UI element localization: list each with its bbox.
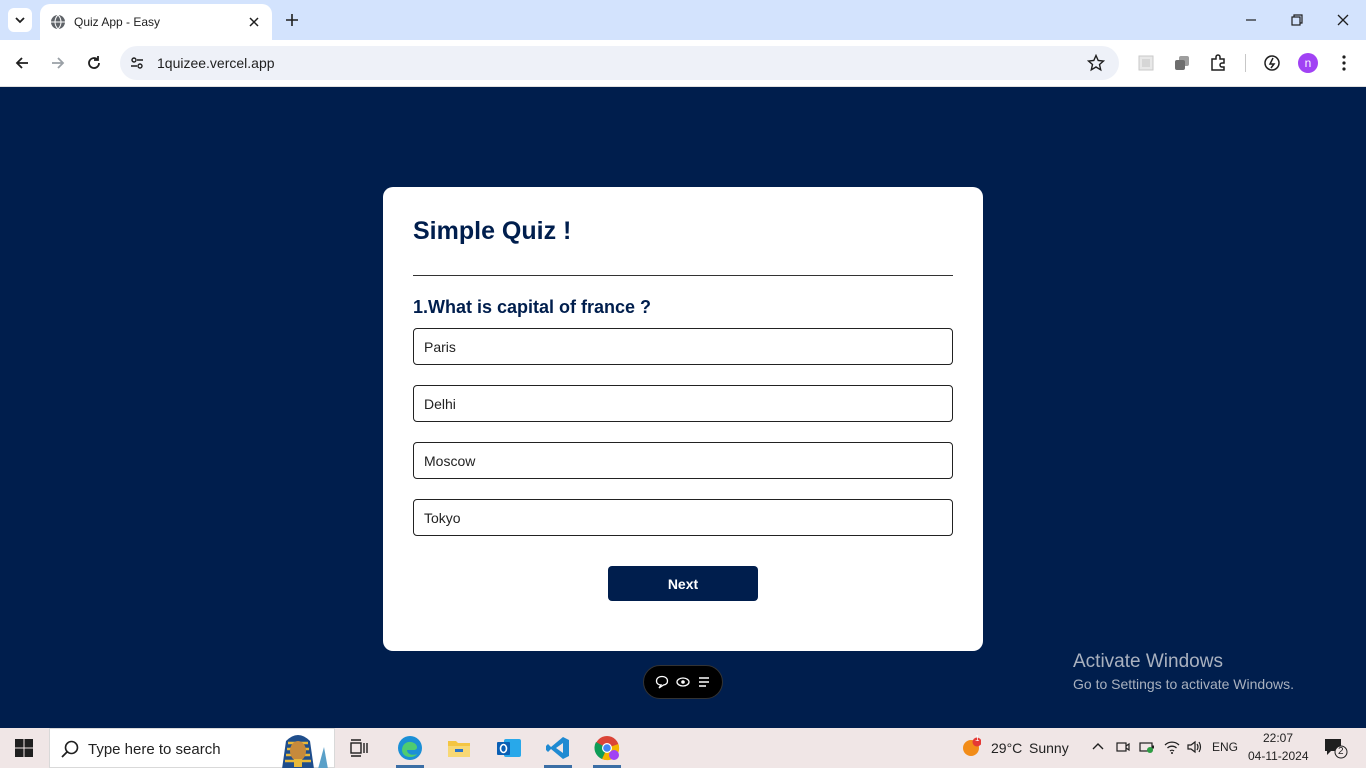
search-icon	[61, 740, 79, 758]
menu-button[interactable]	[1332, 51, 1356, 75]
watermark-line-2: Go to Settings to activate Windows.	[1073, 676, 1294, 692]
clock-date[interactable]: 04-11-2024	[1248, 749, 1309, 763]
meet-now-icon[interactable]	[1114, 738, 1132, 756]
extension-grid-icon	[1138, 55, 1154, 71]
toolbar-separator	[1245, 54, 1246, 72]
tab-close-icon[interactable]	[246, 14, 262, 30]
answer-button-4[interactable]: Tokyo	[413, 499, 953, 536]
folder-icon	[448, 741, 470, 757]
search-placeholder: Type here to search	[88, 741, 221, 758]
puzzle-icon	[1211, 54, 1225, 71]
site-settings-icon[interactable]	[128, 54, 146, 72]
extensions-button[interactable]	[1206, 51, 1230, 75]
answer-button-3[interactable]: Moscow	[413, 442, 953, 479]
task-view-icon	[350, 739, 368, 757]
chevron-down-icon	[15, 17, 25, 24]
restore-icon	[1291, 14, 1303, 26]
plus-icon	[286, 14, 298, 26]
input-language[interactable]: ENG	[1212, 740, 1238, 754]
extension-1-button[interactable]	[1134, 51, 1158, 75]
edge-icon	[398, 736, 422, 760]
wifi-icon[interactable]	[1163, 738, 1181, 756]
taskbar-chrome[interactable]	[583, 728, 631, 768]
question-text: 1.What is capital of france ?	[413, 297, 652, 317]
taskbar-vscode[interactable]	[534, 728, 582, 768]
taskbar-outlook[interactable]	[485, 728, 533, 768]
reload-icon	[88, 56, 100, 69]
browser-tabstrip: Quiz App - Easy	[0, 0, 1366, 40]
weather-temp[interactable]: 29°C	[991, 740, 1022, 756]
forward-button[interactable]	[46, 51, 70, 75]
restore-button[interactable]	[1285, 8, 1309, 32]
notification-icon	[1325, 739, 1348, 759]
quiz-title: Simple Quiz !	[413, 217, 572, 245]
performance-button[interactable]	[1260, 51, 1284, 75]
new-tab-button[interactable]	[282, 10, 302, 30]
floating-toolbar	[643, 665, 723, 699]
back-button[interactable]	[10, 51, 34, 75]
pharaoh-illustration-icon	[282, 735, 328, 768]
globe-icon	[51, 14, 65, 30]
browser-toolbar: 1quizee.vercel.app	[0, 40, 1366, 87]
minimize-icon	[1246, 19, 1256, 21]
weather-badge: 1	[975, 734, 980, 743]
chat-bubble-icon[interactable]	[654, 674, 670, 690]
title-divider	[413, 275, 953, 276]
answer-button-2[interactable]: Delhi	[413, 385, 953, 422]
weather-desc[interactable]: Sunny	[1029, 740, 1069, 756]
reload-button[interactable]	[82, 51, 106, 75]
windows-logo-icon	[15, 739, 33, 757]
tab-title: Quiz App - Easy	[74, 15, 161, 29]
task-view-button[interactable]	[336, 728, 384, 768]
speedometer-icon	[1264, 55, 1280, 71]
next-button[interactable]: Next	[608, 566, 758, 601]
chevron-up-icon	[1092, 743, 1104, 750]
quiz-card: Simple Quiz ! 1.What is capital of franc…	[383, 187, 983, 651]
bookmark-star-icon[interactable]	[1087, 54, 1105, 72]
list-menu-icon[interactable]	[696, 674, 712, 690]
kebab-menu-icon	[1342, 55, 1346, 71]
arrow-left-icon	[15, 57, 28, 69]
taskbar-file-explorer[interactable]	[435, 728, 483, 768]
address-bar[interactable]: 1quizee.vercel.app	[120, 46, 1119, 80]
taskbar-edge[interactable]	[386, 728, 434, 768]
taskbar-search[interactable]: Type here to search	[49, 728, 335, 768]
profile-avatar[interactable]: n	[1298, 53, 1318, 73]
arrow-right-icon	[52, 57, 65, 69]
answer-button-1[interactable]: Paris	[413, 328, 953, 365]
vscode-icon	[546, 737, 569, 759]
show-hidden-icons-button[interactable]	[1089, 738, 1107, 756]
close-icon	[1337, 14, 1349, 26]
eye-icon[interactable]	[675, 674, 691, 690]
outlook-icon	[497, 739, 521, 757]
windows-taskbar: Type here to search 1 29°C Sunny ENG 22:…	[0, 728, 1366, 768]
url-text[interactable]: 1quizee.vercel.app	[157, 55, 275, 71]
notification-count: 2	[1338, 746, 1344, 757]
stack-icon	[1175, 56, 1189, 70]
volume-icon[interactable]	[1186, 738, 1204, 756]
extension-2-button[interactable]	[1170, 51, 1194, 75]
activate-windows-watermark: Activate Windows Go to Settings to activ…	[1073, 651, 1294, 692]
chrome-icon	[594, 736, 620, 761]
tab-search-button[interactable]	[8, 8, 32, 32]
notifications-button[interactable]	[1323, 737, 1349, 759]
close-window-button[interactable]	[1331, 8, 1355, 32]
start-button[interactable]	[0, 728, 48, 768]
watermark-line-1: Activate Windows	[1073, 651, 1223, 672]
clock-time[interactable]: 22:07	[1263, 731, 1293, 745]
minimize-button[interactable]	[1239, 8, 1263, 32]
battery-icon[interactable]	[1138, 738, 1156, 756]
browser-tab-active[interactable]: Quiz App - Easy	[40, 4, 272, 40]
